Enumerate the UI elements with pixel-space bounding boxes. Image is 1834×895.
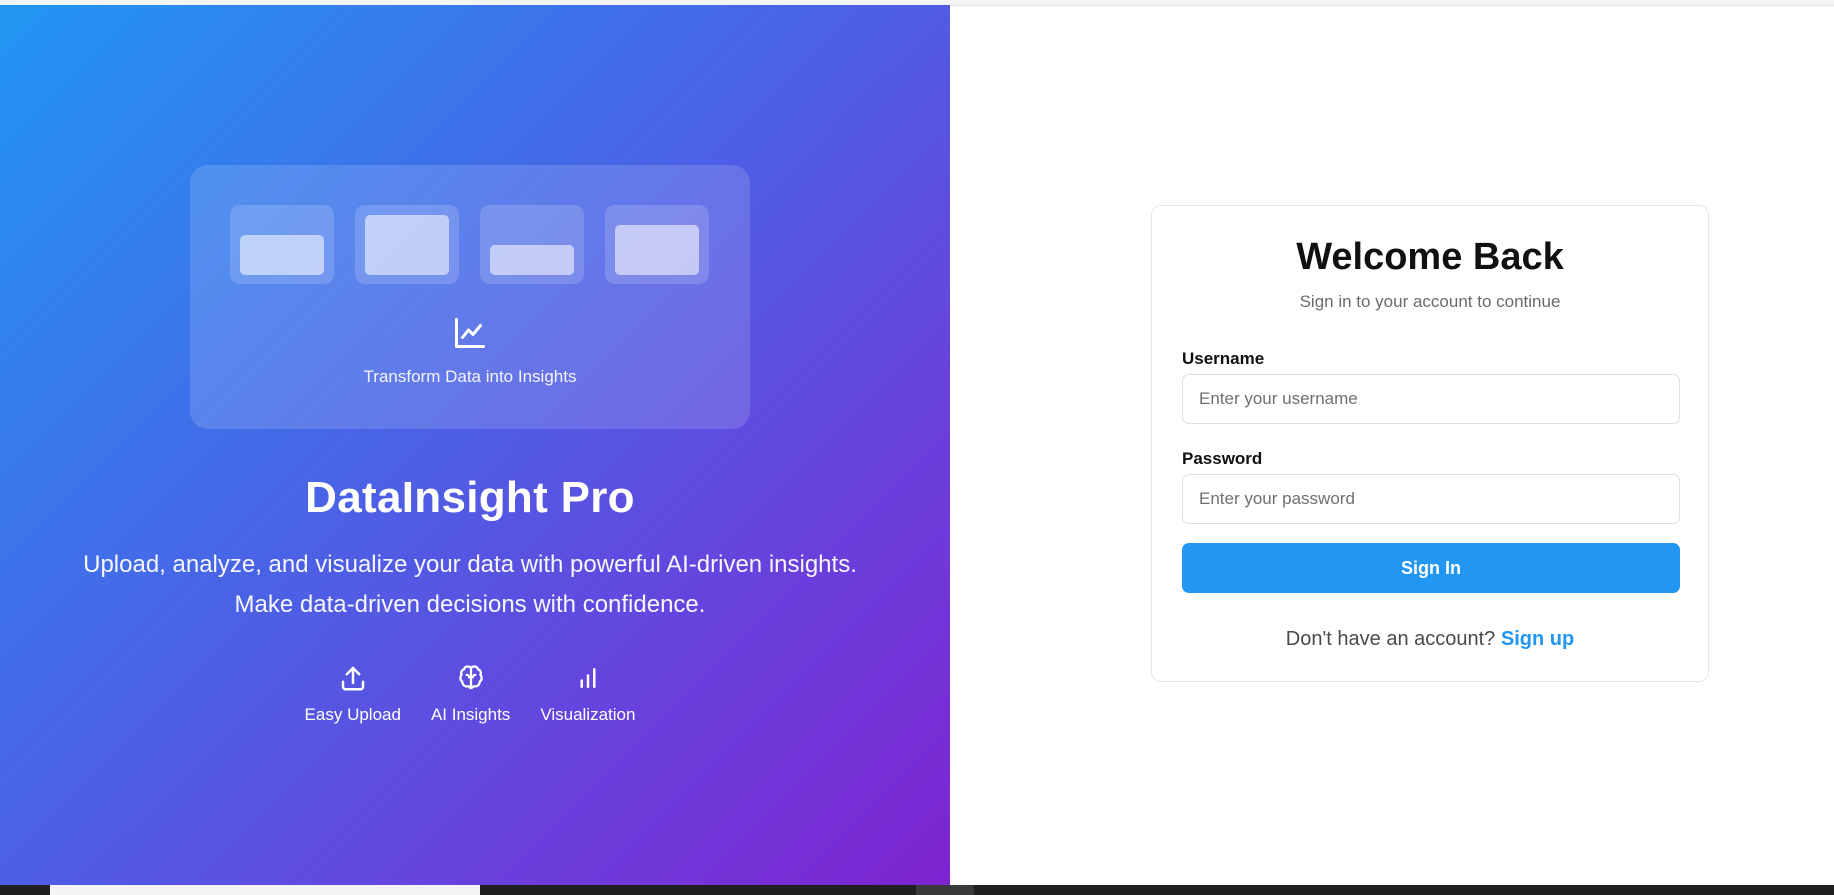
line-chart-icon	[455, 318, 485, 348]
sign-in-button[interactable]: Sign In	[1182, 543, 1680, 593]
taskbar-window-thumbnail[interactable]	[50, 885, 480, 895]
illustration-tile-bar	[615, 225, 699, 275]
login-subtitle: Sign in to your account to continue	[1299, 292, 1561, 311]
feature-easy-upload: Easy Upload	[305, 663, 401, 725]
login-card: Welcome Back Sign in to your account to …	[1151, 205, 1709, 682]
sign-up-link[interactable]: Sign up	[1501, 628, 1574, 650]
illustration-tile-bar	[365, 215, 449, 275]
brand-description: Upload, analyze, and visualize your data…	[40, 545, 900, 625]
brand-description-line: Make data-driven decisions with confiden…	[234, 591, 706, 618]
signup-prompt: Don't have an account?	[1285, 628, 1496, 650]
illustration-caption: Transform Data into Insights	[363, 367, 577, 386]
password-input[interactable]	[1182, 474, 1680, 524]
illustration-tile	[480, 205, 584, 284]
login-title: Welcome Back	[1296, 236, 1564, 278]
taskbar-window-thumbnail[interactable]	[916, 885, 974, 895]
illustration-tile	[355, 205, 459, 284]
feature-label: AI Insights	[430, 705, 511, 724]
feature-label: Easy Upload	[304, 705, 401, 724]
username-input[interactable]	[1182, 374, 1680, 424]
upload-icon	[341, 666, 364, 691]
feature-list: Easy Upload AI Insights Visualization	[0, 663, 940, 725]
signup-prompt-line: Don't have an account? Sign up	[1152, 628, 1708, 651]
username-label: Username	[1182, 349, 1265, 368]
feature-ai-insights: AI Insights	[431, 663, 510, 725]
hero-panel: Transform Data into Insights DataInsight…	[0, 5, 950, 885]
illustration-tile-bar	[240, 235, 324, 275]
illustration-card: Transform Data into Insights	[190, 165, 750, 429]
brand-title: DataInsight Pro	[305, 473, 635, 522]
feature-label: Visualization	[540, 705, 636, 724]
illustration-tile-bar	[490, 245, 574, 275]
brand-description-line: Upload, analyze, and visualize your data…	[83, 551, 857, 578]
feature-visualization: Visualization	[540, 663, 635, 725]
illustration-tile	[230, 205, 334, 284]
password-label: Password	[1182, 449, 1263, 468]
illustration-tile	[605, 205, 709, 284]
brain-icon	[458, 665, 483, 690]
taskbar	[0, 885, 1834, 895]
bar-chart-icon	[580, 668, 596, 688]
